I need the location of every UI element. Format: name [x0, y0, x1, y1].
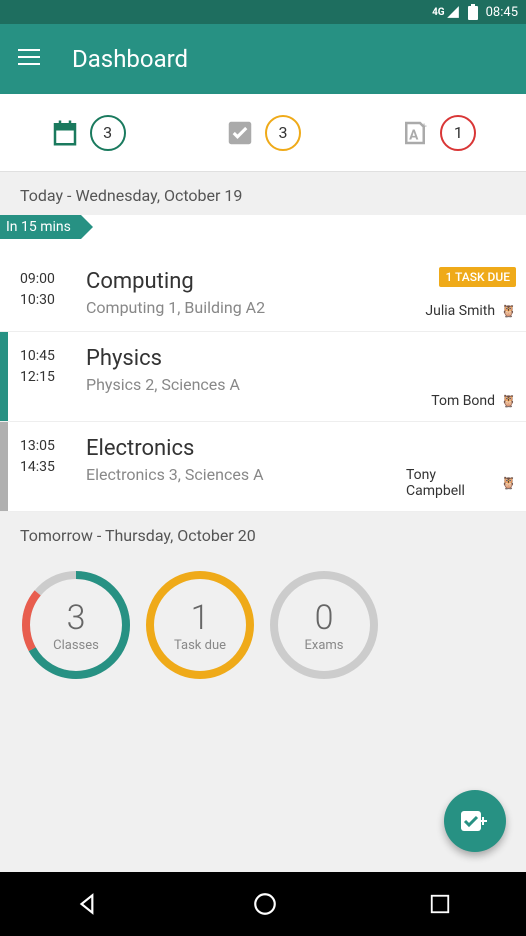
- fab-add[interactable]: [444, 790, 506, 852]
- class-subject: Electronics: [86, 436, 406, 461]
- schedule-count: 3: [103, 123, 112, 142]
- today-classes: In 15 mins 09:00 10:30 Computing Computi…: [0, 215, 526, 512]
- class-card[interactable]: 10:45 12:15 Physics Physics 2, Sciences …: [0, 332, 526, 422]
- hamburger-icon[interactable]: [18, 49, 40, 69]
- class-subject: Computing: [86, 269, 406, 294]
- class-right: Tom Bond 🦉: [406, 332, 526, 421]
- status-time: 08:45: [486, 5, 518, 20]
- signal-icon: [446, 5, 460, 19]
- class-end: 12:15: [20, 367, 86, 388]
- class-end: 10:30: [20, 290, 86, 311]
- home-icon[interactable]: [252, 891, 278, 917]
- class-times: 09:00 10:30: [8, 235, 86, 331]
- recent-icon[interactable]: [429, 893, 451, 915]
- class-times: 13:05 14:35: [8, 422, 86, 511]
- teacher-icon: 🦉: [501, 304, 516, 318]
- class-teacher: Julia Smith: [425, 303, 495, 319]
- ring-label: Task due: [174, 638, 226, 653]
- calendar-icon: [50, 118, 80, 148]
- teacher-icon: 🦉: [501, 394, 516, 408]
- ring-tasks[interactable]: 1Task due: [144, 569, 256, 681]
- class-right: 1 TASK DUE Julia Smith 🦉: [406, 235, 526, 331]
- class-main: Physics Physics 2, Sciences A: [86, 332, 406, 421]
- network-signal: 4G: [432, 5, 460, 19]
- class-main: Computing Computing 1, Building A2: [86, 235, 406, 331]
- class-right: Tony Campbell 🦉: [406, 422, 526, 511]
- svg-text:A: A: [409, 127, 419, 143]
- class-times: 10:45 12:15: [8, 332, 86, 421]
- class-main: Electronics Electronics 3, Sciences A: [86, 422, 406, 511]
- exam-icon: A+: [400, 118, 430, 148]
- tab-schedule[interactable]: 3: [50, 115, 126, 151]
- tab-tasks[interactable]: 3: [225, 115, 301, 151]
- class-start: 13:05: [20, 436, 86, 457]
- ring-num: 0: [315, 598, 334, 638]
- schedule-count-badge: 3: [90, 115, 126, 151]
- class-card[interactable]: 13:05 14:35 Electronics Electronics 3, S…: [0, 422, 526, 512]
- class-accent: [0, 332, 8, 421]
- app-bar: Dashboard: [0, 24, 526, 94]
- class-accent: [0, 235, 8, 331]
- exams-count: 1: [454, 123, 463, 142]
- ribbon-countdown: In 15 mins: [0, 215, 81, 239]
- page-title: Dashboard: [72, 45, 188, 73]
- android-nav-bar: [0, 872, 526, 936]
- class-location: Physics 2, Sciences A: [86, 375, 406, 394]
- class-start: 10:45: [20, 346, 86, 367]
- checkbox-icon: [225, 118, 255, 148]
- network-label: 4G: [432, 7, 445, 18]
- ribbon-text: In 15 mins: [6, 219, 71, 235]
- class-location: Electronics 3, Sciences A: [86, 465, 406, 484]
- class-end: 14:35: [20, 457, 86, 478]
- back-icon[interactable]: [75, 891, 101, 917]
- tomorrow-summary: 3Classes 1Task due 0Exams: [0, 555, 526, 695]
- battery-icon: [468, 4, 478, 20]
- class-teacher: Tom Bond: [431, 393, 495, 409]
- exams-count-badge: 1: [440, 115, 476, 151]
- ring-num: 1: [191, 598, 210, 638]
- ring-num: 3: [67, 598, 86, 638]
- ring-classes[interactable]: 3Classes: [20, 569, 132, 681]
- tasks-count: 3: [278, 123, 287, 142]
- ring-label: Classes: [53, 638, 99, 653]
- ring-exams[interactable]: 0Exams: [268, 569, 380, 681]
- teacher-icon: 🦉: [501, 476, 516, 490]
- class-teacher: Tony Campbell: [406, 467, 495, 499]
- tasks-count-badge: 3: [265, 115, 301, 151]
- tab-bar: 3 3 A+ 1: [0, 94, 526, 172]
- class-accent: [0, 422, 8, 511]
- ring-label: Exams: [304, 638, 343, 653]
- class-subject: Physics: [86, 346, 406, 371]
- add-task-icon: [461, 809, 489, 833]
- tomorrow-header: Tomorrow - Thursday, October 20: [0, 512, 526, 555]
- class-start: 09:00: [20, 269, 86, 290]
- svg-text:+: +: [422, 121, 428, 132]
- today-header: Today - Wednesday, October 19: [0, 172, 526, 215]
- task-due-badge: 1 TASK DUE: [439, 267, 516, 287]
- status-bar: 4G 08:45: [0, 0, 526, 24]
- tab-exams[interactable]: A+ 1: [400, 115, 476, 151]
- class-location: Computing 1, Building A2: [86, 298, 406, 317]
